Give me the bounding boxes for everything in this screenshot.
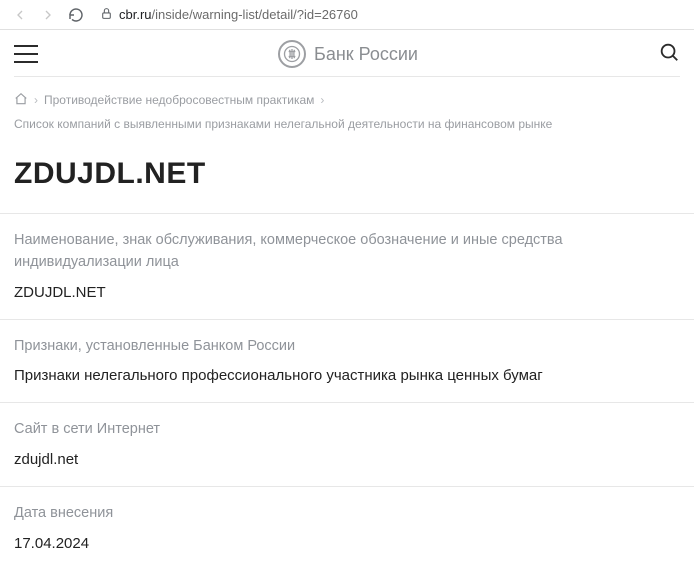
detail-value: Признаки нелегального профессионального … bbox=[14, 367, 680, 384]
home-icon[interactable] bbox=[14, 92, 28, 106]
site-header: Банк России bbox=[0, 30, 694, 76]
breadcrumb-item[interactable]: Список компаний с выявленными признаками… bbox=[14, 115, 552, 133]
detail-label: Признаки, установленные Банком России bbox=[14, 336, 680, 358]
detail-value: zdujdl.net bbox=[14, 451, 680, 468]
breadcrumb: › Противодействие недобросовестным практ… bbox=[0, 77, 694, 139]
detail-row: Наименование, знак обслуживания, коммерч… bbox=[0, 213, 694, 319]
address-bar[interactable]: cbr.ru/inside/warning-list/detail/?id=26… bbox=[94, 7, 684, 23]
browser-toolbar: cbr.ru/inside/warning-list/detail/?id=26… bbox=[0, 0, 694, 30]
detail-label: Наименование, знак обслуживания, коммерч… bbox=[14, 230, 680, 274]
detail-label: Дата внесения bbox=[14, 503, 680, 525]
url-domain: cbr.ru bbox=[119, 7, 152, 22]
chevron-right-icon: › bbox=[34, 91, 38, 109]
forward-button[interactable] bbox=[38, 5, 58, 25]
menu-button[interactable] bbox=[14, 45, 38, 63]
detail-label: Сайт в сети Интернет bbox=[14, 419, 680, 441]
detail-row: Сайт в сети Интернет zdujdl.net bbox=[0, 402, 694, 486]
bank-logo-icon bbox=[278, 40, 306, 68]
brand-name: Банк России bbox=[314, 44, 418, 65]
reload-button[interactable] bbox=[66, 5, 86, 25]
back-button[interactable] bbox=[10, 5, 30, 25]
detail-row: Признаки, установленные Банком России Пр… bbox=[0, 319, 694, 403]
detail-value: ZDUJDL.NET bbox=[14, 284, 680, 301]
page-title: ZDUJDL.NET bbox=[0, 139, 694, 213]
chevron-right-icon: › bbox=[320, 91, 324, 109]
lock-icon bbox=[100, 7, 113, 23]
breadcrumb-item[interactable]: Противодействие недобросовестным практик… bbox=[44, 91, 314, 109]
detail-row: Дата внесения 17.04.2024 bbox=[0, 486, 694, 570]
detail-value: 17.04.2024 bbox=[14, 535, 680, 552]
url-path: /inside/warning-list/detail/?id=26760 bbox=[152, 7, 358, 22]
brand[interactable]: Банк России bbox=[278, 40, 418, 68]
search-button[interactable] bbox=[658, 41, 680, 68]
